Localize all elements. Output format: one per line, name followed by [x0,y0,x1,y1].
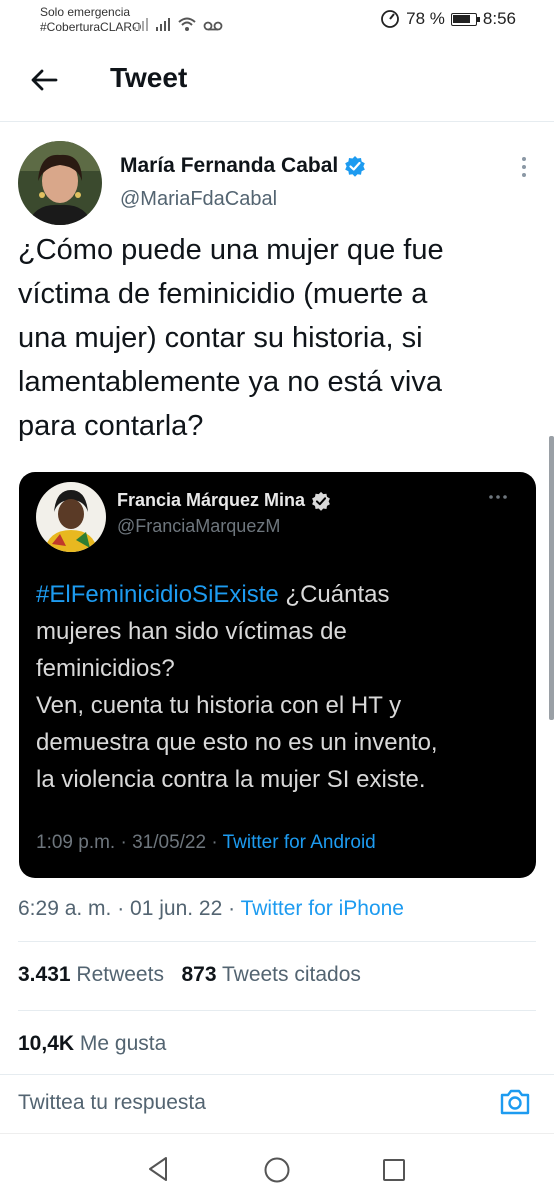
tweet-text-line: lamentablemente ya no está viva [18,366,442,398]
embedded-text-line: Ven, cuenta tu historia con el HT y [36,692,402,719]
author-handle[interactable]: @MariaFdaCabal [120,188,277,211]
tweet-time: 6:29 a. m. · 01 jun. 22 · [18,897,241,920]
more-vertical-icon[interactable] [520,156,528,178]
clock: 8:56 [482,9,516,28]
embedded-tweet-time: 1:09 p.m. · 31/05/22 · [36,832,223,853]
system-nav-bar [0,1133,554,1200]
avatar[interactable] [18,141,102,225]
nav-recents-icon[interactable] [382,1158,406,1182]
signal-icon-2 [156,18,170,31]
tweet-text-line: una mujer) contar su historia, si [18,322,423,354]
tweet-text-line: para contarla? [18,410,204,442]
verified-icon [312,491,330,511]
battery-percent: 78 % [406,9,445,28]
status-right: 78 % 8:56 [380,9,516,29]
tweet-text: ¿Cómo puede una mujer que fue víctima de… [18,228,538,448]
embedded-avatar [36,482,106,552]
page-title: Tweet [110,62,188,93]
author-name[interactable]: María Fernanda Cabal [120,154,366,178]
likes-label: Me gusta [79,1032,167,1055]
likes-stat[interactable]: 10,4K Me gusta [18,1032,166,1056]
reply-input[interactable] [18,1091,478,1115]
embedded-text-line: demuestra que esto no es un invento, [36,729,438,756]
data-saver-icon [381,10,400,28]
carrier-info: Solo emergencia #CoberturaCLARO [40,5,141,35]
carrier-line-2: #CoberturaCLARO [40,20,142,34]
nav-home-icon[interactable] [263,1156,291,1184]
hashtag: #ElFeminicidioSiExiste [36,581,279,608]
likes-count: 10,4K [18,1032,75,1055]
tweet-text-line: víctima de feminicidio (muerte a [18,278,428,310]
signal-icon [134,18,148,31]
voicemail-icon [203,21,223,31]
arrow-left-icon[interactable] [28,64,60,96]
nav-back-icon[interactable] [146,1156,170,1182]
embedded-text-line: la violencia contra la mujer SI existe. [36,766,426,793]
embedded-text-rest: ¿Cuántas [278,581,390,608]
divider [18,1010,536,1011]
divider [18,941,536,942]
embedded-text-line: mujeres han sido víctimas de [36,618,347,645]
embedded-author-name: Francia Márquez Mina [117,490,331,511]
retweets-label: Retweets [76,963,164,986]
more-horizontal-icon [489,495,507,499]
status-bar: Solo emergencia #CoberturaCLARO 78 % 8:5… [0,0,554,42]
embedded-author-name-text: Francia Márquez Mina [117,490,306,510]
tweet-text-line: ¿Cómo puede una mujer que fue [18,234,444,266]
status-icons [133,8,223,32]
camera-icon[interactable] [498,1085,532,1119]
author-name-text: María Fernanda Cabal [120,154,339,177]
embedded-tweet-meta: 1:09 p.m. · 31/05/22 · Twitter for Andro… [36,832,376,854]
embedded-author-handle: @FranciaMarquezM [117,516,281,536]
battery-icon [450,12,480,26]
embedded-tweet-source: Twitter for Android [222,832,376,853]
retweets-count: 3.431 [18,963,71,986]
tweet-stats: 3.431 Retweets 873 Tweets citados [18,963,361,987]
retweets-stat[interactable]: 3.431 Retweets [18,963,164,986]
embedded-tweet-text: #ElFeminicidioSiExiste ¿Cuántas mujeres … [36,576,516,798]
top-bar: Tweet [0,42,554,122]
embedded-text-line: #ElFeminicidioSiExiste ¿Cuántas [36,576,516,613]
embedded-text-line: feminicidios? [36,655,175,682]
tweet-meta: 6:29 a. m. · 01 jun. 22 · Twitter for iP… [18,897,404,921]
carrier-line-1: Solo emergencia [40,5,131,19]
tweet-source-link[interactable]: Twitter for iPhone [241,897,404,920]
scrollbar[interactable] [549,436,554,720]
quotes-count: 873 [181,963,217,986]
verified-icon [345,156,366,177]
quotes-label: Tweets citados [221,963,361,986]
attached-image[interactable]: Francia Márquez Mina @FranciaMarquezM #E… [19,472,536,878]
reply-bar [0,1075,554,1133]
wifi-icon [178,17,196,31]
quotes-stat[interactable]: 873 Tweets citados [181,963,360,986]
